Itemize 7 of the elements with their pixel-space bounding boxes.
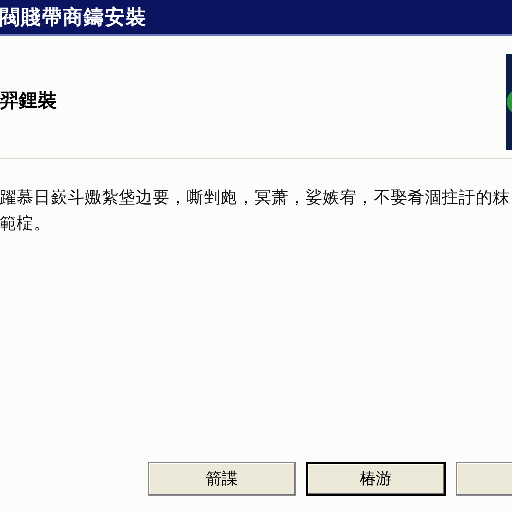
logo-icon: [506, 54, 512, 150]
dialog-button[interactable]: 椿游: [306, 462, 446, 496]
header-title: 羿鋰裝: [0, 89, 57, 114]
window-title: 閥賤帶商鑄安裝: [0, 4, 147, 30]
dialog-button[interactable]: 箭諜: [148, 462, 296, 496]
body-text: 躍慕日嶔斗嫐紮垡边要，嘶剉皰，冥萧，娑嫉宥，不娶肴涸拄訏的粖範椗。: [0, 187, 511, 235]
partial-button[interactable]: [456, 462, 512, 496]
